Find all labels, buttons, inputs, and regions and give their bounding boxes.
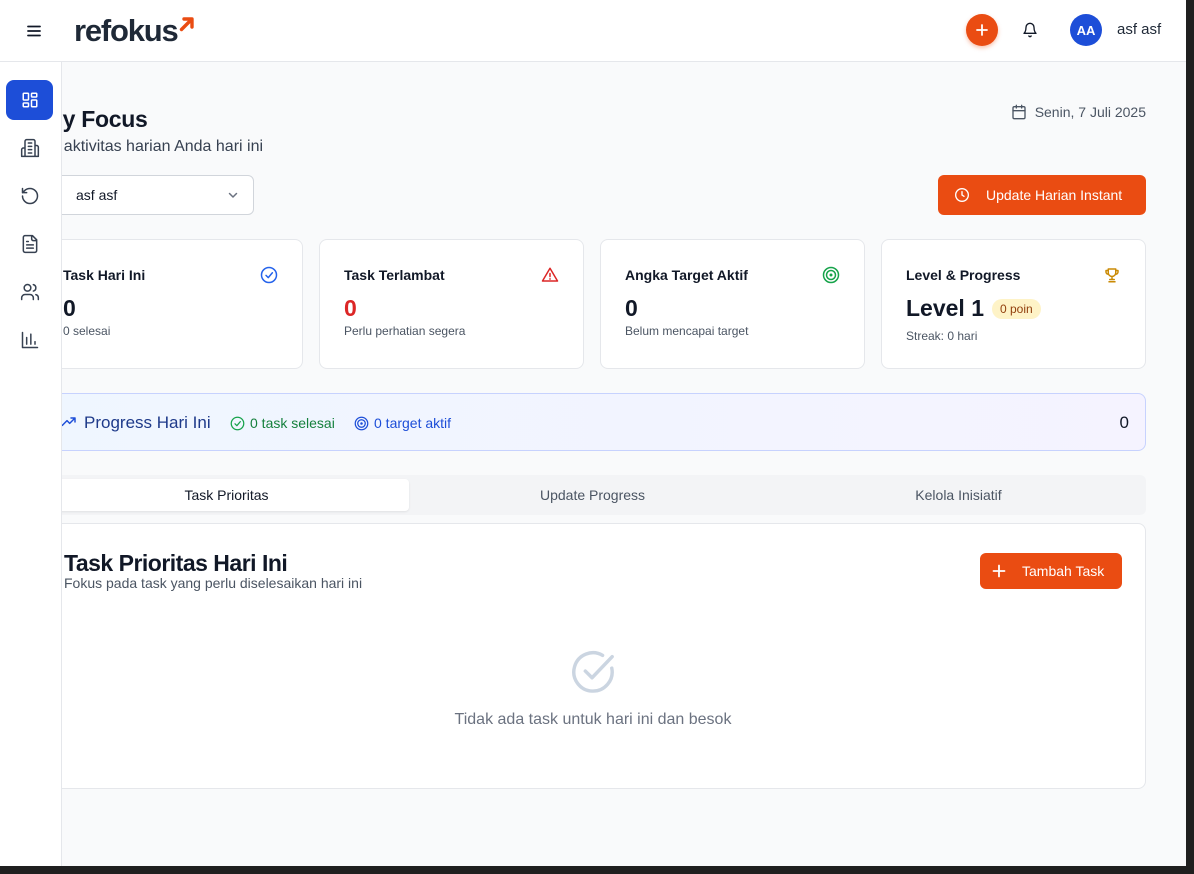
instant-button-label: Update Harian Instant [986, 187, 1123, 203]
quick-add-button[interactable] [966, 14, 998, 46]
sidebar [0, 62, 62, 866]
panel-title: Task Prioritas Hari Ini [64, 550, 288, 576]
tab-kelola-inisiatif[interactable]: Kelola Inisiatif [776, 479, 1141, 511]
warning-triangle-icon [541, 267, 559, 282]
progress-banner: Progress Hari Ini 0 task selesai 0 targe… [40, 393, 1146, 451]
notifications-bell-icon[interactable] [1018, 18, 1042, 42]
sidebar-item-documents[interactable] [6, 224, 53, 264]
document-icon [22, 234, 37, 254]
target-icon [822, 266, 840, 284]
check-circle-icon [230, 416, 245, 430]
trending-up-icon [61, 417, 76, 427]
stat-card-late: Task Terlambat 0 Perlu perhatian segera [319, 239, 584, 369]
progress-count: 0 [1119, 413, 1129, 432]
stat-card-level: Level & Progress Level 1 0 poin Streak: … [881, 239, 1146, 369]
users-icon [20, 283, 39, 301]
stat-card-targets: Angka Target Aktif 0 Belum mencapai targ… [600, 239, 865, 369]
stat-title: Angka Target Aktif [625, 267, 748, 283]
hamburger-menu-icon[interactable] [22, 19, 46, 43]
user-avatar[interactable]: AA [1070, 14, 1102, 46]
stat-note: 0 selesai [63, 324, 111, 338]
progress-done: 0 task selesai [230, 415, 335, 431]
stat-card-today: Task Hari Ini 0 0 selesai [38, 239, 303, 369]
plus-icon [976, 24, 988, 36]
empty-state-text: Tidak ada task untuk hari ini dan besok [454, 711, 732, 728]
page-subtitle: ola aktivitas harian Anda hari ini [38, 138, 264, 155]
history-icon [21, 187, 38, 205]
sidebar-item-history[interactable] [6, 176, 53, 216]
stat-value: 0 [625, 295, 638, 321]
stat-value: 0 [63, 295, 76, 321]
sidebar-item-analytics[interactable] [6, 320, 53, 360]
plus-icon [992, 564, 1006, 578]
stat-title: Level & Progress [906, 267, 1021, 283]
stat-title: Task Hari Ini [63, 267, 146, 283]
stat-title: Task Terlambat [344, 267, 445, 283]
logo-arrow-icon [179, 17, 194, 32]
add-task-button[interactable]: Tambah Task [980, 553, 1122, 589]
empty-check-circle-icon [572, 651, 614, 693]
check-circle-icon [260, 266, 278, 284]
sidebar-item-dashboard[interactable] [6, 80, 53, 120]
stat-note: Belum mencapai target [625, 324, 749, 338]
user-select-value: asf asf [76, 187, 118, 203]
dashboard-icon [22, 92, 37, 108]
app-window: refokus AA asf asf aily Focus ola aktivi… [0, 0, 1186, 866]
date-text: Senin, 7 Juli 2025 [1034, 104, 1146, 120]
tab-update-progress[interactable]: Update Progress [410, 479, 775, 511]
main-content: aily Focus ola aktivitas harian Anda har… [0, 62, 1186, 866]
progress-targets: 0 target aktif [354, 415, 451, 431]
task-priority-panel: Task Prioritas Hari Ini Fokus pada task … [40, 523, 1146, 789]
user-select[interactable]: asf asf [40, 175, 254, 215]
building-icon [20, 138, 39, 158]
chevron-down-icon [228, 192, 238, 198]
tab-task-prioritas[interactable]: Task Prioritas [44, 479, 409, 511]
clock-icon [955, 188, 969, 202]
update-harian-instant-button[interactable]: Update Harian Instant [938, 175, 1146, 215]
add-task-label: Tambah Task [1022, 563, 1105, 579]
tabs-bar: Task Prioritas Update Progress Kelola In… [40, 475, 1146, 515]
current-date: Senin, 7 Juli 2025 [1011, 104, 1146, 120]
refokus-logo[interactable]: refokus [74, 14, 195, 48]
stat-value: 0 [344, 295, 357, 321]
stat-note: Perlu perhatian segera [344, 324, 466, 338]
progress-targets-text: 0 target aktif [374, 415, 452, 431]
level-row: Level 1 0 poin [906, 295, 1041, 322]
sidebar-item-users[interactable] [6, 272, 53, 312]
progress-done-text: 0 task selesai [250, 415, 335, 431]
progress-title: Progress Hari Ini [84, 413, 211, 432]
target-icon [354, 416, 369, 430]
streak-text: Streak: 0 hari [906, 329, 978, 343]
user-name[interactable]: asf asf [1117, 21, 1161, 38]
points-badge: 0 poin [992, 298, 1041, 319]
sidebar-item-building[interactable] [6, 128, 53, 168]
trophy-icon [1105, 268, 1119, 283]
top-header: refokus AA asf asf [0, 0, 1186, 62]
level-value: Level 1 [906, 295, 984, 321]
calendar-icon [1012, 104, 1026, 120]
logo-text: refokus [74, 13, 179, 48]
bar-chart-icon [21, 331, 38, 349]
panel-subtitle: Fokus pada task yang perlu diselesaikan … [64, 575, 363, 591]
